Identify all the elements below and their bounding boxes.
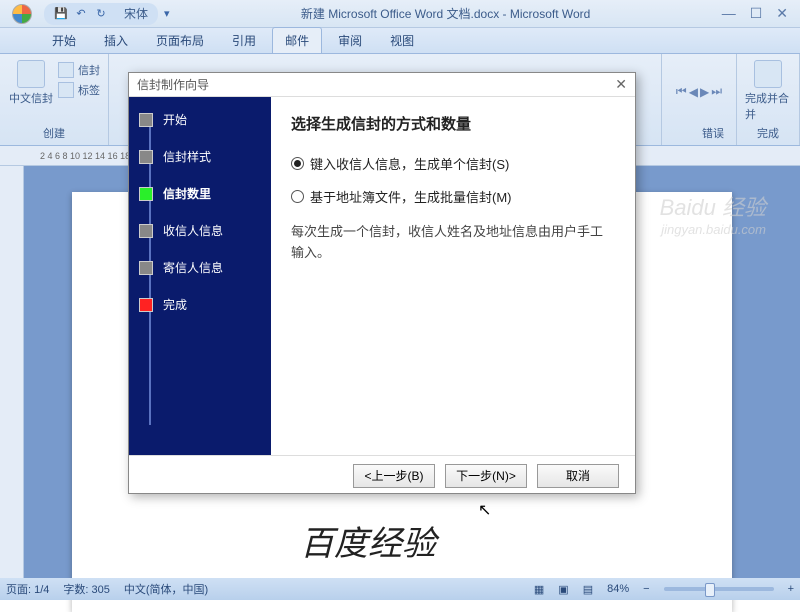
dialog-titlebar[interactable]: 信封制作向导 ✕: [129, 73, 635, 97]
zoom-slider[interactable]: [664, 587, 774, 591]
zoom-out-icon[interactable]: −: [643, 583, 649, 595]
mouse-cursor-icon: ↖: [478, 500, 491, 520]
wizard-content: 选择生成信封的方式和数量 键入收信人信息，生成单个信封(S) 基于地址簿文件，生…: [271, 97, 635, 455]
window-controls: — ☐ ✕: [722, 5, 788, 22]
prev-record-icon[interactable]: ◀: [689, 85, 698, 99]
status-page[interactable]: 页面: 1/4: [6, 581, 49, 597]
zoom-percent[interactable]: 84%: [607, 583, 629, 595]
ribbon-group-label: 创建: [8, 123, 100, 143]
label-button[interactable]: 标签: [58, 82, 100, 98]
vertical-ruler[interactable]: [0, 166, 24, 578]
next-record-icon[interactable]: ▶: [700, 85, 709, 99]
wizard-step-recipient[interactable]: 收信人信息: [139, 222, 261, 239]
dialog-title: 信封制作向导: [137, 76, 209, 93]
undo-icon[interactable]: ↶: [74, 7, 88, 21]
cancel-button[interactable]: 取消: [537, 464, 619, 488]
envelope-small-icon: [58, 62, 74, 78]
minimize-icon[interactable]: —: [722, 5, 736, 22]
dialog-footer: <上一步(B) 下一步(N)> 取消: [129, 455, 635, 495]
radio-icon: [291, 157, 304, 170]
zoom-in-icon[interactable]: +: [788, 583, 794, 595]
step-box-icon: [139, 261, 153, 275]
status-language[interactable]: 中文(简体，中国): [124, 581, 208, 597]
radio-icon: [291, 190, 304, 203]
view-print-layout-icon[interactable]: ▦: [534, 583, 544, 596]
step-box-icon: [139, 150, 153, 164]
finish-merge-button[interactable]: 完成并合并: [745, 60, 791, 123]
radio-batch-envelope[interactable]: 基于地址簿文件，生成批量信封(M): [291, 187, 615, 206]
prev-button[interactable]: <上一步(B): [353, 464, 435, 488]
wizard-step-start[interactable]: 开始: [139, 111, 261, 128]
office-logo-icon: [12, 4, 32, 24]
step-box-icon: [139, 113, 153, 127]
wizard-step-quantity[interactable]: 信封数里: [139, 185, 261, 202]
font-name-display: 宋体: [124, 5, 148, 22]
dialog-close-icon[interactable]: ✕: [615, 76, 627, 93]
tab-mailings[interactable]: 邮件: [272, 27, 322, 53]
document-text: 百度经验: [300, 516, 436, 565]
ribbon-tabs: 开始 插入 页面布局 引用 邮件 审阅 视图: [0, 28, 800, 54]
ribbon-group-create: 中文信封 信封 标签 创建: [0, 54, 109, 145]
maximize-icon[interactable]: ☐: [750, 5, 763, 22]
tab-page-layout[interactable]: 页面布局: [144, 28, 216, 53]
step-box-icon: [139, 224, 153, 238]
last-record-icon[interactable]: ⏭: [711, 84, 722, 99]
wizard-heading: 选择生成信封的方式和数量: [291, 113, 615, 134]
statusbar: 页面: 1/4 字数: 305 中文(简体，中国) ▦ ▣ ▤ 84% − +: [0, 578, 800, 600]
next-button[interactable]: 下一步(N)>: [445, 464, 527, 488]
step-box-active-icon: [139, 187, 153, 201]
tab-insert[interactable]: 插入: [92, 28, 140, 53]
redo-icon[interactable]: ↻: [94, 7, 108, 21]
envelope-icon: [17, 60, 45, 88]
finish-merge-icon: [754, 60, 782, 88]
ribbon-group-nav: ⏮ ◀ ▶ ⏭ 错误: [661, 54, 737, 145]
tab-review[interactable]: 审阅: [326, 28, 374, 53]
envelope-wizard-dialog: 信封制作向导 ✕ 开始 信封样式 信封数里 收信人信息 寄信人信息 完成 选择生…: [128, 72, 636, 494]
view-full-screen-icon[interactable]: ▣: [558, 583, 568, 596]
wizard-step-sender[interactable]: 寄信人信息: [139, 259, 261, 276]
office-button[interactable]: [4, 2, 40, 26]
tab-view[interactable]: 视图: [378, 28, 426, 53]
status-words[interactable]: 字数: 305: [63, 581, 109, 597]
envelope-button[interactable]: 信封: [58, 62, 100, 78]
label-icon: [58, 82, 74, 98]
tab-start[interactable]: 开始: [40, 28, 88, 53]
wizard-step-finish[interactable]: 完成: [139, 296, 261, 313]
wizard-step-style[interactable]: 信封样式: [139, 148, 261, 165]
save-icon[interactable]: 💾: [54, 7, 68, 21]
window-title: 新建 Microsoft Office Word 文档.docx - Micro…: [170, 5, 722, 22]
titlebar: 💾 ↶ ↻ 宋体 ▾ 新建 Microsoft Office Word 文档.d…: [0, 0, 800, 28]
quick-access-toolbar: 💾 ↶ ↻ 宋体: [44, 3, 158, 25]
wizard-nav: 开始 信封样式 信封数里 收信人信息 寄信人信息 完成: [129, 97, 271, 455]
radio-single-envelope[interactable]: 键入收信人信息，生成单个信封(S): [291, 154, 615, 173]
chinese-envelope-button[interactable]: 中文信封: [8, 60, 54, 123]
first-record-icon[interactable]: ⏮: [676, 84, 687, 99]
step-box-finish-icon: [139, 298, 153, 312]
wizard-description: 每次生成一个信封，收信人姓名及地址信息由用户手工输入。: [291, 222, 615, 264]
tab-references[interactable]: 引用: [220, 28, 268, 53]
close-icon[interactable]: ✕: [776, 5, 788, 22]
view-web-icon[interactable]: ▤: [583, 583, 593, 596]
ribbon-group-finish: 完成并合并 完成: [737, 54, 800, 145]
